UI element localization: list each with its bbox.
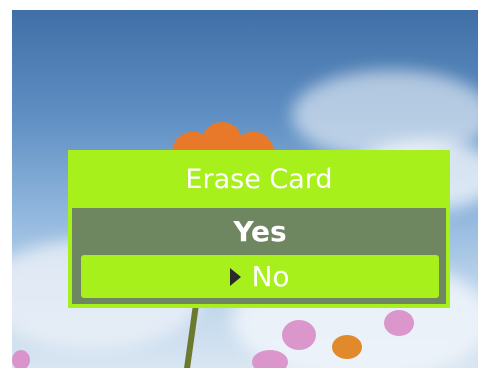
option-no-label: No	[251, 260, 290, 293]
option-yes-label: Yes	[233, 215, 287, 248]
erase-card-dialog: Erase Card Yes No	[68, 150, 450, 308]
caret-right-icon	[230, 267, 242, 286]
pink-flower-image	[12, 350, 30, 368]
camera-preview-screen: Erase Card Yes No	[12, 10, 478, 368]
pink-flower-image	[282, 320, 316, 350]
pink-flower-image	[252, 350, 288, 368]
options-panel: Yes No	[72, 208, 446, 304]
small-orange-flower-image	[332, 335, 362, 359]
pink-flower-image	[384, 310, 414, 336]
option-yes[interactable]: Yes	[81, 210, 439, 253]
dialog-title: Erase Card	[185, 163, 333, 195]
option-no[interactable]: No	[81, 255, 439, 298]
